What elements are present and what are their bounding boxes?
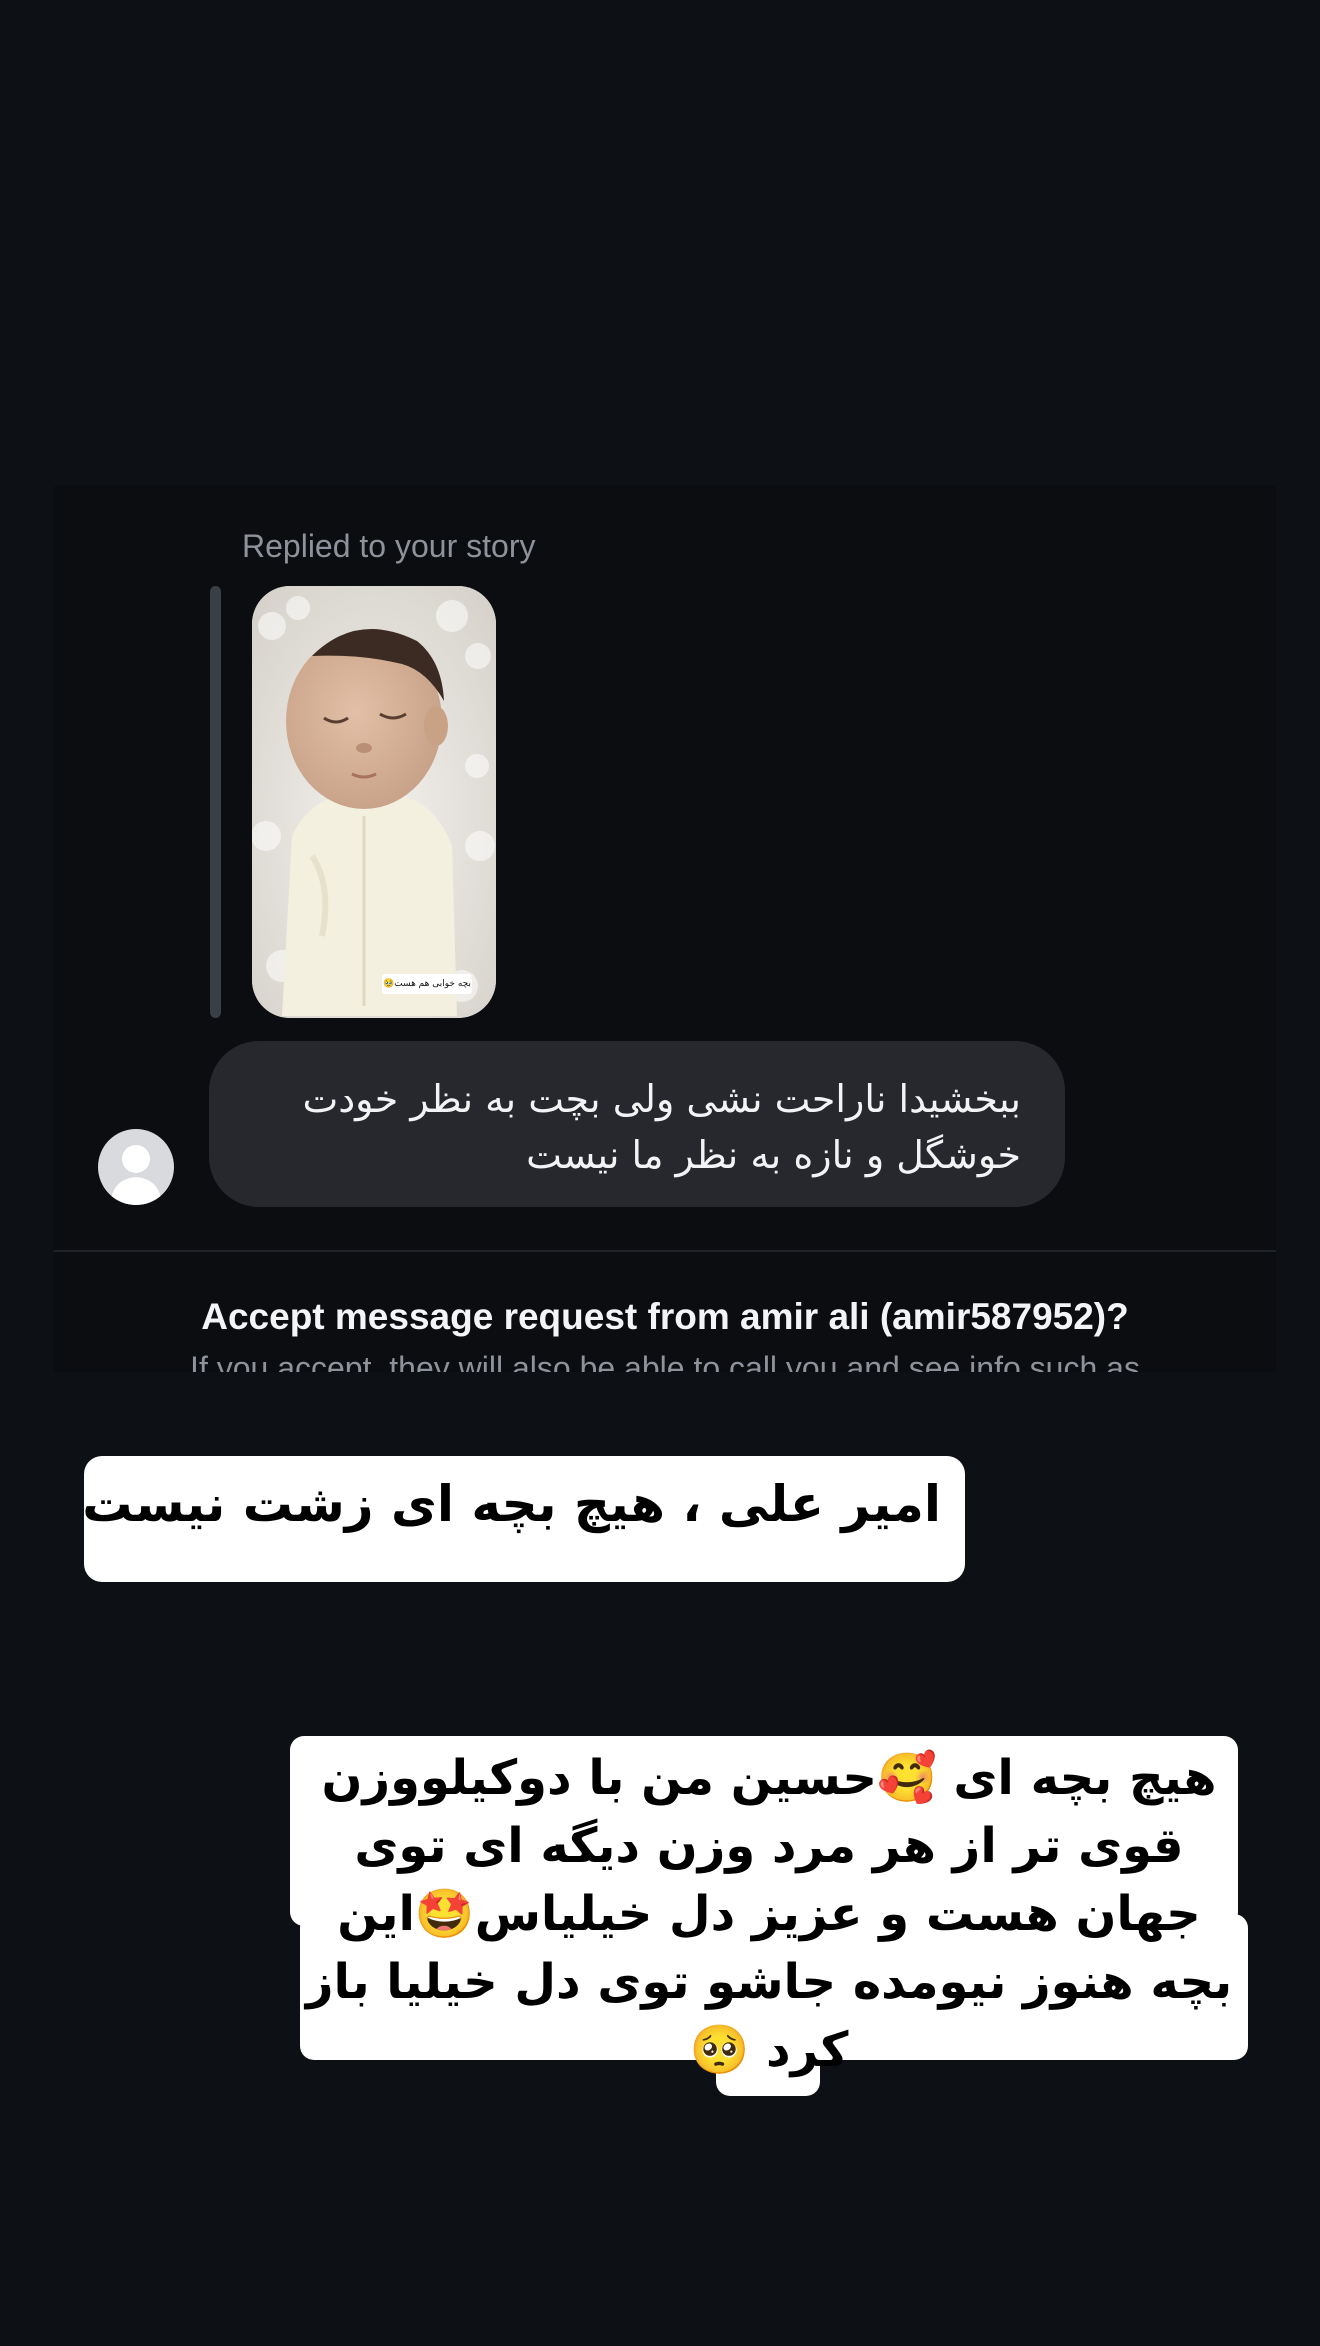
text-sticker-bottom: هیچ بچه ای 🥰حسین من با دوکیلووزن قوی تر …: [290, 1736, 1248, 2096]
default-profile-icon: [110, 1145, 162, 1205]
message-request-subtitle: If you accept, they will also be able to…: [190, 1350, 1140, 1372]
dm-screenshot-card: Replied to your story بچه خوابی هم هست🥹 …: [54, 486, 1276, 1372]
story-caption-sticker: بچه خوابی هم هست🥹: [382, 974, 472, 994]
text-sticker-top: امیر علی ، هیچ بچه ای زشت نیست: [82, 1456, 965, 1582]
divider: [54, 1250, 1276, 1252]
story-reply-label: Replied to your story: [242, 528, 536, 564]
message-text: ببخشیدا ناراحت نشی ولی بچت به نظر خودت خ…: [302, 1077, 1021, 1177]
sender-avatar[interactable]: [98, 1129, 174, 1205]
baby-photo: [252, 586, 496, 1018]
sticker-bottom-text: هیچ بچه ای 🥰حسین من با دوکیلووزن قوی تر …: [305, 1750, 1233, 2078]
sticker-top-text: امیر علی ، هیچ بچه ای زشت نیست: [82, 1475, 941, 1533]
message-bubble[interactable]: ببخشیدا ناراحت نشی ولی بچت به نظر خودت خ…: [209, 1041, 1065, 1207]
message-request-prompt: Accept message request from amir ali (am…: [201, 1296, 1129, 1337]
story-thumbnail[interactable]: بچه خوابی هم هست🥹: [252, 586, 496, 1018]
reply-quote-bar: [210, 586, 221, 1018]
